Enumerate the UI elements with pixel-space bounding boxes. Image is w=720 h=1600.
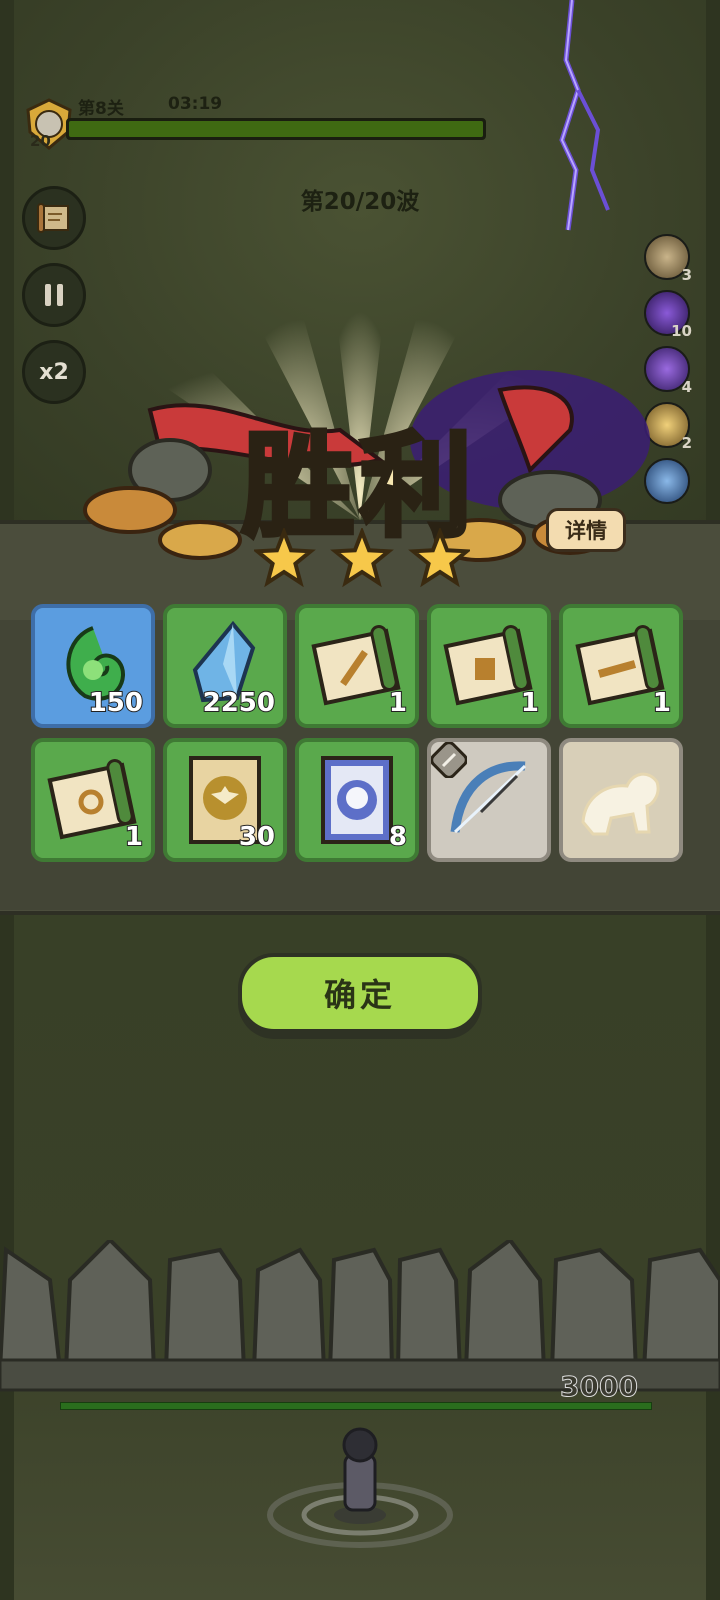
pause-button[interactable] [22,263,86,327]
buff-stone-hand[interactable]: 3 [644,234,692,284]
player-level: 20 [30,132,51,150]
reward-tile-sword-scroll[interactable]: 1 [295,604,419,728]
white-tiger-icon [581,772,660,836]
reward-tile-white-tiger[interactable] [559,738,683,862]
reward-tile-skull-scroll[interactable]: 8 [295,738,419,862]
reward-tile-armor-scroll[interactable]: 1 [427,604,551,728]
reward-tile-ring-scroll[interactable]: 1 [31,738,155,862]
stage-label: 第8关 [78,99,124,119]
scroll-map-icon [37,203,69,233]
stage-timer: 03:19 [168,94,223,114]
details-button[interactable]: 详情 [546,508,626,552]
pause-icon [45,284,63,306]
star-icon [254,528,316,588]
speed-label: x2 [39,359,69,385]
reward-tile-crystal[interactable]: 2250 [163,604,287,728]
reward-tile-green-gem[interactable]: 150 [31,604,155,728]
reward-tile-ice-bow[interactable] [427,738,551,862]
buff-purple-vortex[interactable]: 10 [644,290,692,340]
victory-stars [254,528,470,588]
star-icon [408,528,470,588]
wall-hp-value: 3000 [560,1370,639,1404]
star-icon [330,528,394,588]
wall-hp-bar [60,1402,652,1410]
wave-counter: 第20/20波 [300,189,420,215]
confirm-button[interactable]: 确定 [238,953,482,1033]
ice-bow-icon [450,761,527,834]
player-hero [267,1427,453,1548]
reward-tile-belt-scroll[interactable]: 1 [559,604,683,728]
stage-progress-bar [66,118,486,140]
reward-tile-eagle-scroll[interactable]: 30 [163,738,287,862]
speed-button[interactable]: x2 [22,340,86,404]
stage-progress-fill [69,121,483,137]
map-scroll-button[interactable] [22,186,86,250]
